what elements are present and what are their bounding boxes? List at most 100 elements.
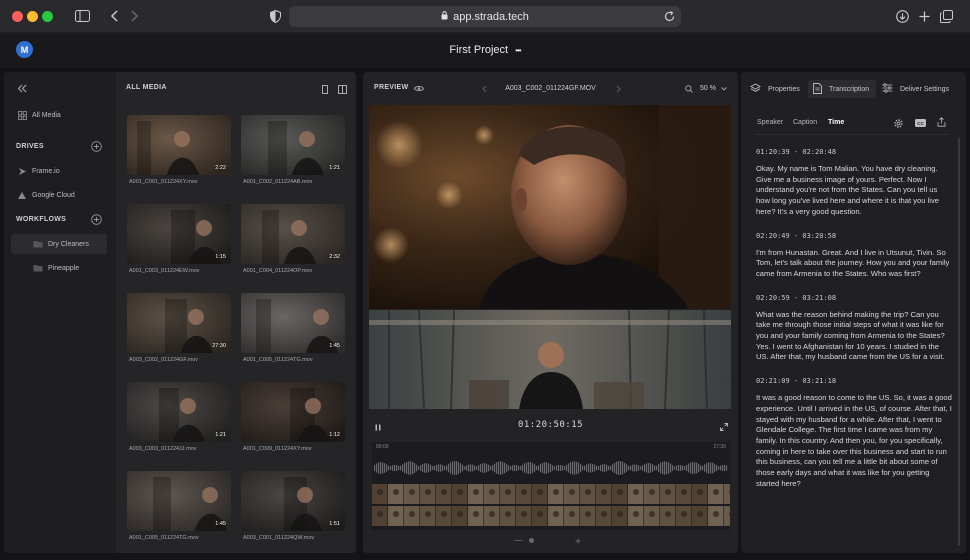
closed-captions-icon[interactable]: CC	[915, 119, 926, 127]
collapse-sidebar-icon[interactable]	[16, 82, 28, 94]
tab-deliver-settings[interactable]: Deliver Settings	[882, 80, 949, 98]
minimize-window-button[interactable]	[27, 11, 38, 22]
media-thumbnail[interactable]: 1:21	[127, 382, 231, 442]
media-panel: ALL MEDIA 2:22 A001_C001_011224XY.mov 1:21…	[116, 72, 356, 553]
sliders-icon	[882, 83, 893, 95]
sidebar-item-frameio[interactable]: Frame.io	[4, 161, 116, 181]
media-filename[interactable]: A001_C003_011224EW.mov	[129, 268, 239, 274]
video-filmstrip	[372, 484, 730, 526]
add-drive-icon[interactable]	[91, 141, 102, 152]
forward-icon[interactable]	[129, 9, 141, 23]
transcript-segment[interactable]: 01:20:39 - 02:20:48 Okay. My name is Tom …	[756, 148, 952, 218]
media-thumbnail[interactable]: 1:45	[241, 293, 345, 353]
sidebar-item-all-media[interactable]: All Media	[4, 105, 116, 125]
url-text: app.strada.tech	[453, 10, 529, 23]
tab-transcription[interactable]: Transcription	[808, 80, 877, 98]
media-filename[interactable]: A003_C001_011224QW.mov	[243, 535, 353, 541]
media-thumbnail[interactable]: 1:45	[127, 471, 231, 531]
eye-icon[interactable]	[413, 84, 424, 93]
subtab-time[interactable]: Time	[828, 119, 844, 126]
media-duration: 1:15	[215, 254, 226, 260]
back-icon[interactable]	[108, 9, 120, 23]
maximize-window-button[interactable]	[42, 11, 53, 22]
new-tab-icon[interactable]	[917, 9, 931, 23]
transcript-segment[interactable]: 02:20:49 - 03:20:58 I'm from Hunastan. Gr…	[756, 232, 952, 280]
app-header: M First Project •••	[0, 33, 970, 69]
media-filename[interactable]: A001_C001_011224XY.mov	[129, 179, 239, 185]
sidebar-item-google-cloud[interactable]: Google Cloud	[4, 185, 116, 205]
close-window-button[interactable]	[12, 11, 23, 22]
sidebar-item-dry-cleaners[interactable]: Dry Cleaners	[11, 234, 107, 254]
transcript-segment[interactable]: 02:20:59 - 03:21:08 What was the reason b…	[756, 294, 952, 364]
media-filename[interactable]: A001_C002_011224AB.mov	[243, 179, 353, 185]
media-thumbnail[interactable]: 2:22	[127, 115, 231, 175]
timeline-start: 00:00	[376, 444, 389, 450]
lock-icon	[441, 10, 448, 23]
media-filename[interactable]: A001_C009_011224XY.mov	[243, 446, 353, 452]
project-title[interactable]: First Project	[449, 44, 508, 56]
sidebar-item-label: Google Cloud	[32, 191, 75, 199]
media-thumbnail[interactable]: 1:15	[127, 204, 231, 264]
reload-icon[interactable]	[663, 10, 675, 22]
media-thumbnail[interactable]: 1:21	[241, 115, 345, 175]
share-icon[interactable]	[936, 117, 946, 127]
media-duration: 1:45	[215, 521, 226, 527]
url-bar[interactable]: app.strada.tech	[289, 6, 681, 27]
fullscreen-icon[interactable]	[719, 422, 728, 431]
two-column-view-icon[interactable]	[337, 84, 347, 94]
layers-icon	[750, 82, 761, 96]
zoom-in-icon[interactable]	[574, 537, 581, 544]
media-filename[interactable]: A003_C002_011224GF.mov	[129, 357, 239, 363]
tab-label: Transcription	[829, 85, 870, 93]
drives-label: DRIVES	[16, 143, 44, 150]
single-column-view-icon[interactable]	[320, 84, 330, 94]
settings-gear-icon[interactable]	[893, 118, 903, 128]
media-thumbnail[interactable]: 2:32	[241, 204, 345, 264]
transcript-scrollbar[interactable]	[958, 138, 960, 546]
transcript-segment[interactable]: 02:21:09 - 03:21:18 It was a good reason …	[756, 377, 952, 489]
add-workflow-icon[interactable]	[91, 214, 102, 225]
subtab-speaker[interactable]: Speaker	[757, 119, 783, 126]
zoom-out-icon[interactable]	[514, 540, 523, 541]
preview-panel: PREVIEW A003_C002_011224GF.MOV 50 % 01:2…	[363, 72, 738, 553]
media-filename[interactable]: A001_C004_011224OP.mov	[243, 268, 353, 274]
media-thumbnail[interactable]: 27:30	[127, 293, 231, 353]
shield-icon[interactable]	[268, 9, 282, 23]
sidebar-item-pineapple[interactable]: Pineapple	[11, 258, 107, 278]
segment-time: 02:21:09 - 03:21:18	[756, 377, 837, 386]
sidebar-item-label: Dry Cleaners	[48, 240, 89, 248]
previous-clip-icon[interactable]	[480, 84, 488, 94]
timeline[interactable]: 00:00 27:30	[372, 442, 730, 530]
folder-icon	[33, 263, 43, 273]
zoom-slider-handle[interactable]	[529, 538, 534, 543]
frameio-icon	[17, 166, 27, 176]
video-frame-secondary[interactable]	[369, 310, 731, 409]
grid-icon	[17, 110, 27, 120]
segment-time: 01:20:39 - 02:20:48	[756, 148, 837, 156]
timecode: 01:20:50:15	[517, 420, 584, 430]
tabs-overview-icon[interactable]	[939, 9, 953, 23]
zoom-level[interactable]: 50 %	[700, 85, 716, 92]
media-duration: 1:12	[329, 432, 340, 438]
segment-text: It was a good reason to come to the US. …	[756, 393, 952, 488]
project-more-icon[interactable]: •••	[515, 46, 521, 55]
media-thumbnail[interactable]: 1:12	[241, 382, 345, 442]
video-frame[interactable]	[369, 105, 731, 309]
download-icon[interactable]	[895, 9, 909, 23]
subtab-caption[interactable]: Caption	[793, 119, 817, 126]
media-filename[interactable]: A001_C005_011224TG.mov	[243, 357, 353, 363]
media-thumbnail[interactable]: 1:51	[241, 471, 345, 531]
sidebar-toggle-icon[interactable]	[74, 9, 90, 23]
chevron-down-icon[interactable]	[720, 85, 727, 93]
clip-name: A003_C002_011224GF.MOV	[505, 85, 596, 92]
tab-properties[interactable]: Properties	[750, 80, 800, 98]
segment-time: 02:20:59 - 03:21:08	[756, 293, 837, 302]
browser-toolbar: app.strada.tech	[0, 0, 970, 33]
folder-icon	[33, 239, 43, 249]
media-duration: 1:51	[329, 521, 340, 527]
next-clip-icon[interactable]	[614, 84, 622, 94]
media-duration: 27:30	[212, 343, 226, 349]
media-filename[interactable]: A003_C003_011224JJ.mov	[129, 446, 239, 452]
media-filename[interactable]: A001_C005_011224TG.mov	[129, 535, 239, 541]
sidebar-item-label: Pineapple	[48, 264, 80, 272]
